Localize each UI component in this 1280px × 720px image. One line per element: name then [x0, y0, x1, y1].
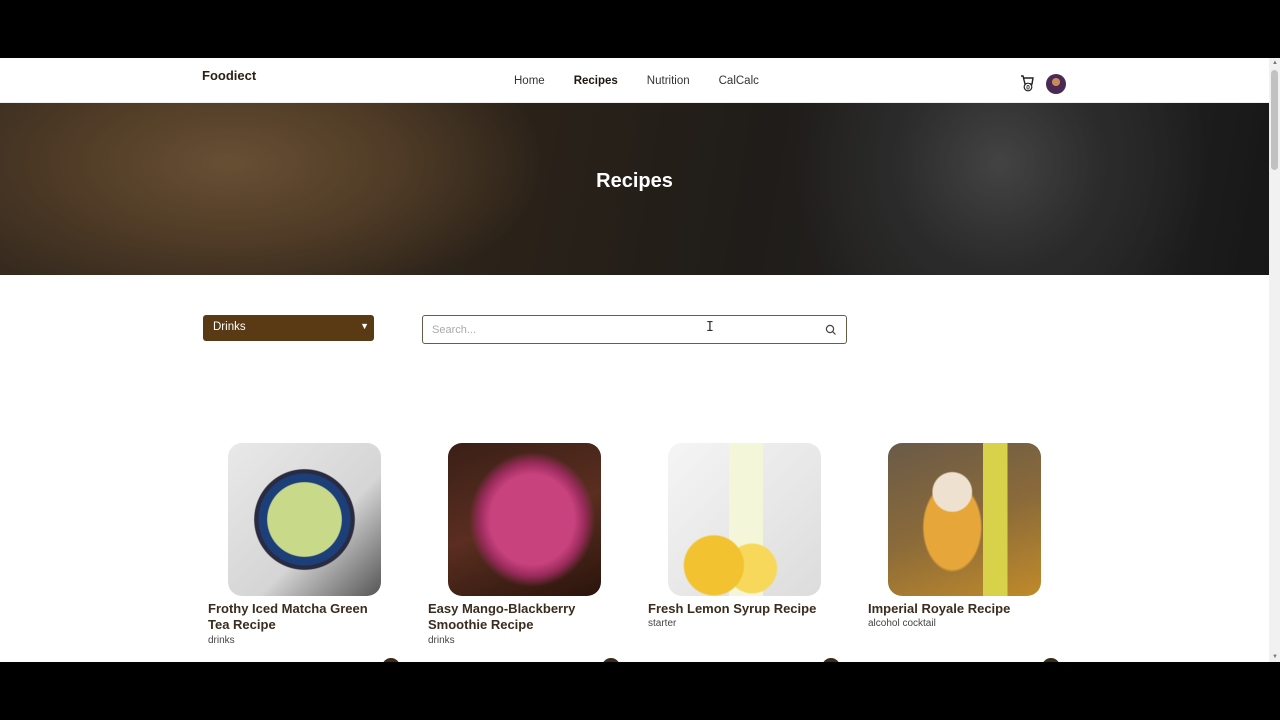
search-input[interactable]: Search... [432, 324, 476, 336]
nav-nutrition[interactable]: Nutrition [647, 75, 690, 87]
recipe-action-button[interactable] [822, 658, 840, 662]
recipe-title[interactable]: Frothy Iced Matcha Green Tea Recipe [208, 601, 388, 633]
recipe-action-button[interactable] [602, 658, 620, 662]
recipe-action-button[interactable] [1042, 658, 1060, 662]
main-nav: Home Recipes Nutrition CalCalc [514, 75, 759, 87]
category-select-value: Drinks [213, 321, 246, 333]
category-select[interactable]: Drinks ▼ [203, 315, 374, 341]
recipe-category: alcohol cocktail [868, 618, 936, 629]
user-avatar[interactable] [1046, 74, 1066, 94]
recipe-action-button[interactable] [382, 658, 400, 662]
nav-home[interactable]: Home [514, 75, 545, 87]
cart-count: 0 [1026, 84, 1030, 91]
scrollbar-thumb[interactable] [1271, 70, 1278, 170]
scroll-up-icon[interactable]: ▲ [1272, 60, 1278, 66]
brand-logo[interactable]: Foodiect [202, 68, 256, 83]
recipe-category: drinks [208, 635, 235, 646]
recipe-title[interactable]: Easy Mango-Blackberry Smoothie Recipe [428, 601, 608, 633]
recipe-title[interactable]: Imperial Royale Recipe [868, 601, 1048, 617]
text-cursor-icon: I [706, 320, 714, 335]
chevron-down-icon: ▼ [360, 321, 369, 331]
recipe-image-smoothie[interactable] [448, 443, 601, 596]
search-icon[interactable] [825, 324, 837, 336]
recipe-category: starter [648, 618, 677, 629]
recipe-image-cocktail[interactable] [888, 443, 1041, 596]
app-viewport: Foodiect Home Recipes Nutrition CalCalc … [0, 58, 1280, 662]
cart-icon[interactable]: 0 [1019, 74, 1035, 92]
recipe-title[interactable]: Fresh Lemon Syrup Recipe [648, 601, 828, 617]
page-scrollbar[interactable]: ▲ ▼ [1269, 58, 1280, 662]
recipe-image-matcha[interactable] [228, 443, 381, 596]
top-navbar: Foodiect Home Recipes Nutrition CalCalc … [0, 58, 1269, 103]
search-box[interactable]: Search... [422, 315, 847, 344]
scroll-down-icon[interactable]: ▼ [1272, 654, 1278, 660]
nav-recipes[interactable]: Recipes [574, 75, 618, 87]
recipe-category: drinks [428, 635, 455, 646]
hero-banner: Recipes [0, 103, 1269, 275]
recipe-image-lemon[interactable] [668, 443, 821, 596]
nav-calcalc[interactable]: CalCalc [719, 75, 759, 87]
page-title: Recipes [596, 170, 673, 192]
